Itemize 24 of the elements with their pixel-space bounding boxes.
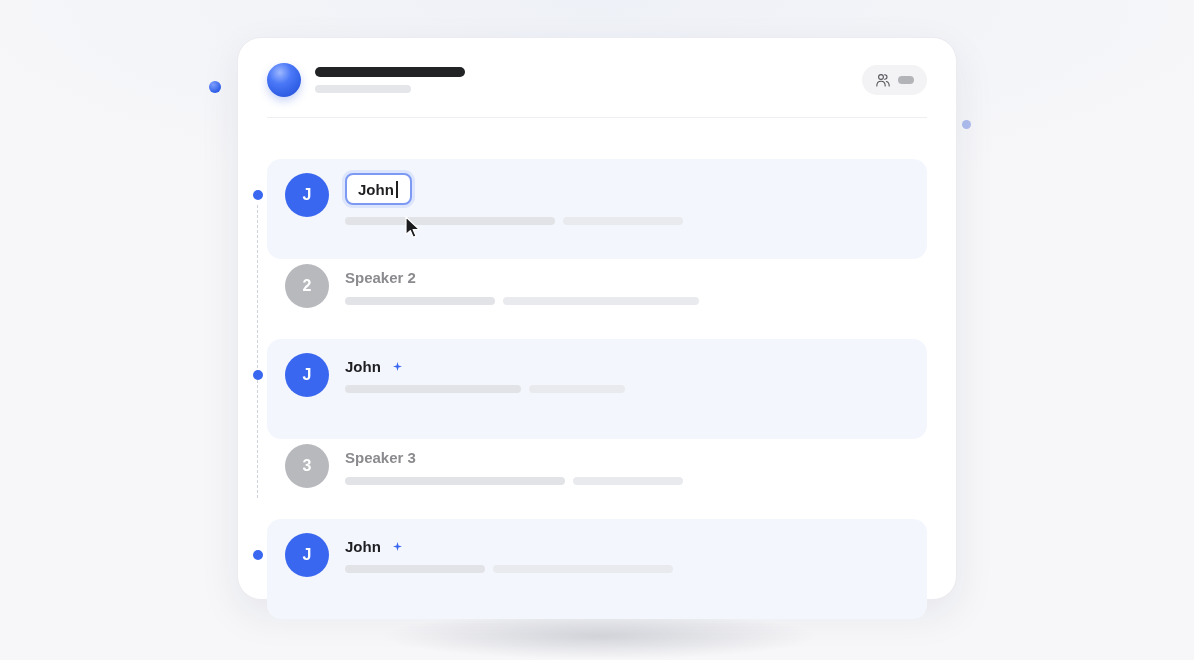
timeline-dot-icon xyxy=(253,550,263,560)
floating-dot-icon xyxy=(962,120,971,129)
speaker-name: Speaker 2 xyxy=(345,268,416,286)
avatar: J xyxy=(285,353,329,397)
speaker-name: John xyxy=(345,537,381,555)
mouse-pointer-icon xyxy=(405,216,422,239)
segment-card[interactable]: J John xyxy=(267,339,927,439)
avatar: 2 xyxy=(285,264,329,308)
avatar: 3 xyxy=(285,444,329,488)
name-input-field[interactable]: John xyxy=(345,173,412,205)
timeline-dot-icon xyxy=(253,190,263,200)
orb-logo-icon xyxy=(267,63,301,97)
timeline-dot-icon xyxy=(253,370,263,380)
text-caret-icon xyxy=(395,180,398,198)
speakers-button[interactable] xyxy=(862,65,927,95)
segment-card[interactable]: J John xyxy=(267,159,927,259)
segment-card[interactable]: J John xyxy=(267,519,927,619)
people-icon xyxy=(876,73,890,87)
count-placeholder-bar xyxy=(898,76,914,84)
avatar: J xyxy=(285,173,329,217)
avatar: J xyxy=(285,533,329,577)
floating-dot-icon xyxy=(209,81,221,93)
speaker-name: Speaker 3 xyxy=(345,448,416,466)
speaker-name: John xyxy=(345,357,381,375)
